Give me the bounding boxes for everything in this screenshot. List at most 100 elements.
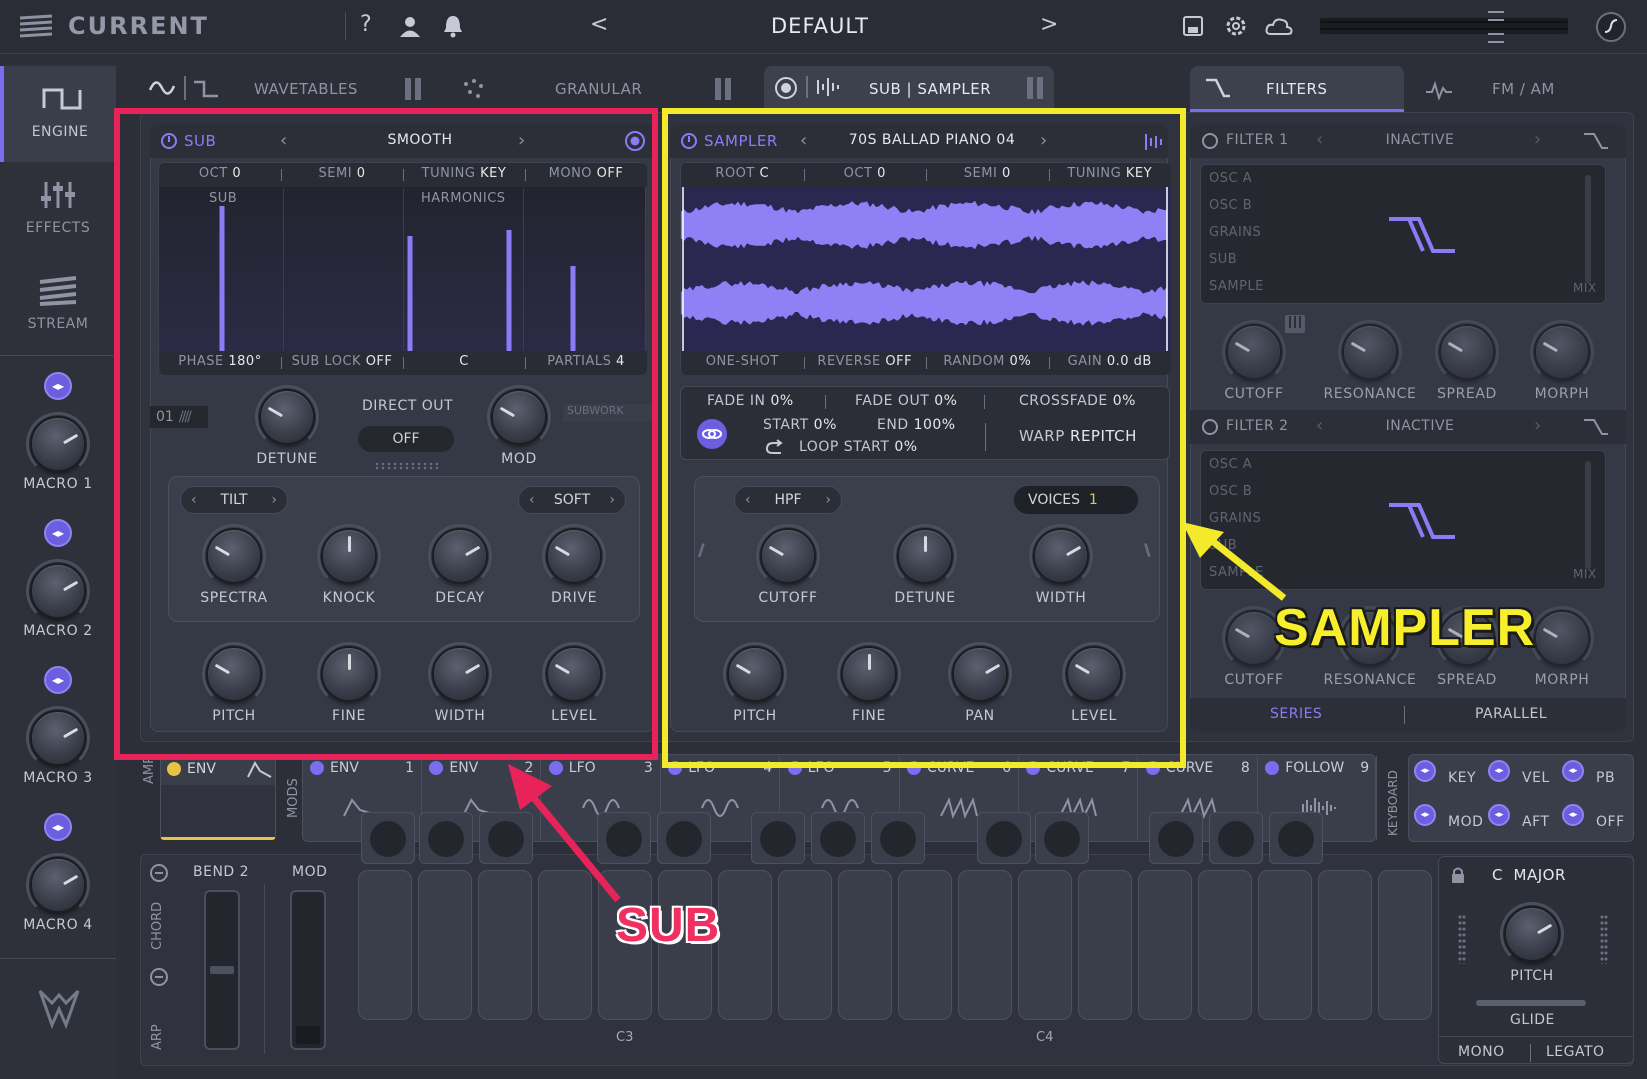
filter-2-power-icon[interactable] (1202, 419, 1218, 435)
filter-2-route-1[interactable]: OSC B (1209, 484, 1252, 499)
filter-1-route-3[interactable]: SUB (1209, 252, 1237, 267)
kb-source-key-label[interactable]: KEY (1448, 770, 1476, 786)
chord-label[interactable]: CHORD (150, 902, 165, 950)
pause-icon[interactable] (404, 77, 422, 105)
macro-4-knob[interactable] (26, 853, 90, 917)
kb-source-key-toggle[interactable]: ◂▸ (1414, 760, 1436, 782)
filter-1-route-1[interactable]: OSC B (1209, 198, 1252, 213)
mod-drag-handle-icon[interactable] (310, 761, 324, 775)
mod-wheel[interactable] (290, 890, 326, 1050)
kb-source-off-label[interactable]: OFF (1596, 814, 1625, 830)
kb-source-pb-toggle[interactable]: ◂▸ (1562, 760, 1584, 782)
filter-1-prev[interactable]: ‹ (1316, 129, 1323, 150)
pause-icon[interactable] (714, 77, 732, 105)
bell-icon[interactable] (442, 14, 464, 42)
kb-source-mod-label[interactable]: MOD (1448, 814, 1483, 830)
piano-black-key[interactable] (871, 812, 925, 864)
piano-white-key[interactable] (958, 870, 1012, 1020)
kb-source-off-toggle[interactable]: ◂▸ (1562, 804, 1584, 826)
keytrack-icon[interactable] (1284, 314, 1306, 338)
collapse-arp-icon[interactable] (150, 968, 168, 986)
lock-icon[interactable] (1450, 866, 1466, 888)
performance-icon[interactable] (1596, 12, 1626, 42)
piano-white-key[interactable] (1198, 870, 1252, 1020)
piano-black-key[interactable] (1149, 812, 1203, 864)
glide-slider[interactable] (1476, 1000, 1586, 1006)
filter-2-mix-slider[interactable] (1585, 461, 1591, 569)
sine-wave-icon[interactable] (148, 76, 176, 104)
piano-white-key[interactable] (1258, 870, 1312, 1020)
parallel-button[interactable]: PARALLEL (1475, 706, 1547, 722)
filter-2-route-0[interactable]: OSC A (1209, 457, 1252, 472)
piano-black-key[interactable] (1269, 812, 1323, 864)
tab-sub-sampler[interactable]: SUB | SAMPLER (764, 66, 1054, 110)
preset-prev-button[interactable]: < (590, 12, 608, 37)
amp-env-slot[interactable]: ENV (160, 754, 276, 840)
piano-black-key[interactable] (657, 812, 711, 864)
filter-2-morph-knob[interactable] (1530, 606, 1594, 670)
filter-1-route-4[interactable]: SAMPLE (1209, 279, 1264, 294)
filter-1-state[interactable]: INACTIVE (1350, 132, 1490, 148)
piano-black-key[interactable] (1035, 812, 1089, 864)
legato-button[interactable]: LEGATO (1546, 1044, 1605, 1060)
mod-drag-handle-icon[interactable] (1265, 761, 1280, 775)
collapse-chord-icon[interactable] (150, 864, 168, 882)
tab-wavetables[interactable]: WAVETABLES (254, 80, 358, 98)
piano-black-key[interactable] (977, 812, 1031, 864)
filter-2-next[interactable]: › (1534, 415, 1541, 436)
save-icon[interactable] (1182, 15, 1204, 41)
piano-black-key[interactable] (361, 812, 415, 864)
piano-white-key[interactable] (358, 870, 412, 1020)
cloud-icon[interactable] (1265, 16, 1293, 40)
filter-1-display[interactable]: OSC A OSC B GRAINS SUB SAMPLE MIX (1200, 164, 1606, 304)
macro-3-link-toggle[interactable]: ◂▸ (44, 666, 72, 694)
piano-white-key[interactable] (838, 870, 892, 1020)
macro-2-link-toggle[interactable]: ◂▸ (44, 519, 72, 547)
macro-1-knob[interactable] (26, 412, 90, 476)
tab-granular[interactable]: GRANULAR (555, 80, 642, 98)
piano-black-key[interactable] (811, 812, 865, 864)
gear-icon[interactable] (1224, 14, 1248, 42)
user-icon[interactable] (398, 14, 422, 42)
macro-2-knob[interactable] (26, 559, 90, 623)
scale-pitch-knob[interactable] (1500, 902, 1564, 966)
kb-source-vel-label[interactable]: VEL (1522, 770, 1550, 786)
macro-4-link-toggle[interactable]: ◂▸ (44, 813, 72, 841)
piano-black-key[interactable] (419, 812, 473, 864)
piano-white-key[interactable] (1018, 870, 1072, 1020)
arp-label[interactable]: ARP (150, 1024, 165, 1050)
piano-white-key[interactable] (418, 870, 472, 1020)
piano-black-key[interactable] (751, 812, 805, 864)
kb-source-vel-toggle[interactable]: ◂▸ (1488, 760, 1510, 782)
kb-source-pb-label[interactable]: PB (1596, 770, 1615, 786)
piano-black-key[interactable] (1209, 812, 1263, 864)
filter-1-power-icon[interactable] (1202, 133, 1218, 149)
filter-1-mix-slider[interactable] (1585, 175, 1591, 283)
kb-source-mod-toggle[interactable]: ◂▸ (1414, 804, 1436, 826)
fm-wave-icon[interactable] (1424, 80, 1454, 104)
mono-button[interactable]: MONO (1458, 1044, 1505, 1060)
series-button[interactable]: SERIES (1270, 706, 1322, 722)
piano-white-key[interactable] (1378, 870, 1432, 1020)
piano-white-key[interactable] (898, 870, 952, 1020)
scale-selector[interactable]: C MAJOR (1492, 866, 1566, 884)
filter-1-cutoff-knob[interactable] (1222, 320, 1286, 384)
sidebar-item-stream[interactable]: STREAM (0, 262, 116, 352)
piano-white-key[interactable] (718, 870, 772, 1020)
sidebar-item-engine[interactable]: ENGINE (0, 66, 116, 162)
square-wave-tab-icon[interactable] (192, 78, 220, 104)
bend-value[interactable]: 2 (240, 864, 249, 880)
preset-name[interactable]: DEFAULT (700, 14, 940, 38)
kb-source-aft-toggle[interactable]: ◂▸ (1488, 804, 1510, 826)
macro-3-knob[interactable] (26, 706, 90, 770)
filter-2-state[interactable]: INACTIVE (1350, 418, 1490, 434)
kb-source-aft-label[interactable]: AFT (1522, 814, 1549, 830)
grains-icon[interactable] (462, 78, 486, 104)
piano-white-key[interactable] (1138, 870, 1192, 1020)
filter-1-next[interactable]: › (1534, 129, 1541, 150)
pitch-bend-wheel[interactable] (204, 890, 240, 1050)
meter-handle[interactable] (1488, 10, 1504, 44)
piano-white-key[interactable] (1318, 870, 1372, 1020)
filter-1-route-2[interactable]: GRAINS (1209, 225, 1261, 240)
piano-white-key[interactable] (1078, 870, 1132, 1020)
